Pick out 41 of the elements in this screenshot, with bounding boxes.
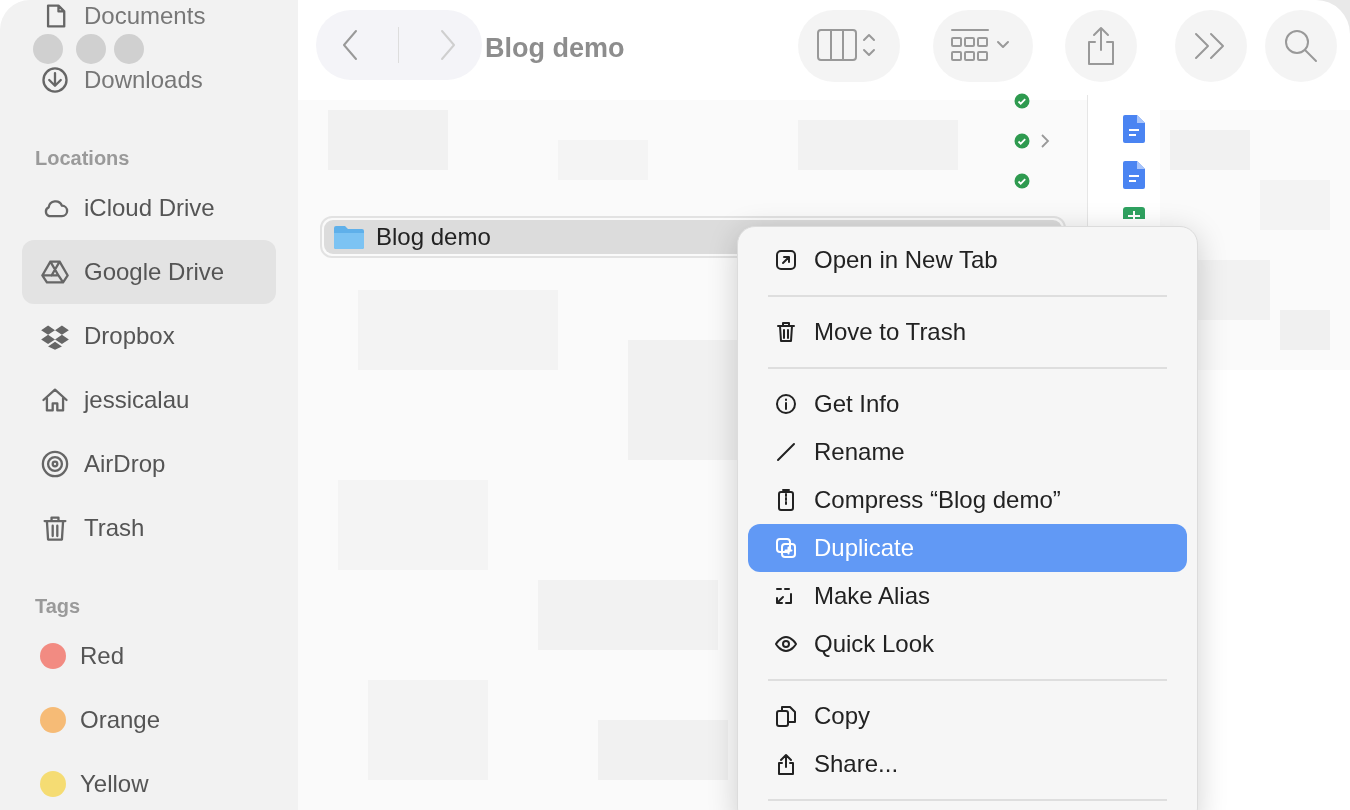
menu-item[interactable]: Share... <box>748 740 1187 788</box>
sidebar-item[interactable]: Yellow <box>22 752 276 810</box>
sidebar-item[interactable]: Google Drive <box>22 240 276 304</box>
menu-item[interactable]: Copy <box>748 692 1187 740</box>
sidebar-item[interactable]: Downloads <box>22 48 276 112</box>
drive-icon <box>40 257 70 287</box>
sidebar-item[interactable]: Dropbox <box>22 304 276 368</box>
sync-status-icon <box>1014 93 1030 109</box>
sidebar-item[interactable]: iCloud Drive <box>22 176 276 240</box>
menu-item[interactable]: Make Alias <box>748 572 1187 620</box>
sync-status-icon <box>1014 173 1030 189</box>
folder-icon <box>334 225 364 249</box>
document-icon <box>1123 115 1145 143</box>
trash-icon <box>774 320 798 344</box>
share-icon <box>1085 26 1117 66</box>
spreadsheet-icon <box>1123 207 1145 219</box>
menu-item[interactable]: Quick Look <box>748 620 1187 668</box>
copy-icon <box>774 704 798 728</box>
menu-item[interactable]: Get Info <box>748 380 1187 428</box>
menu-item[interactable]: Compress “Blog demo” <box>748 476 1187 524</box>
chevron-right-icon <box>1040 133 1050 149</box>
menu-item[interactable]: Rename <box>748 428 1187 476</box>
sidebar-item[interactable]: jessicalau <box>22 368 276 432</box>
sidebar-item[interactable]: Orange <box>22 688 276 752</box>
sidebar-item[interactable]: Documents <box>22 0 276 48</box>
airdrop-icon <box>40 449 70 479</box>
section-header: Locations <box>34 146 131 171</box>
duplicate-icon <box>774 536 798 560</box>
section-header: Tags <box>34 594 82 619</box>
document-icon <box>1123 161 1145 189</box>
download-icon <box>40 65 70 95</box>
window-title: Blog demo <box>485 32 625 65</box>
sidebar-item[interactable]: AirDrop <box>22 432 276 496</box>
search-icon <box>1283 28 1319 64</box>
open-tab-icon <box>774 248 798 272</box>
info-icon <box>774 392 798 416</box>
sync-status-icon <box>1014 133 1030 149</box>
sidebar-item[interactable]: Trash <box>22 496 276 560</box>
pencil-icon <box>774 440 798 464</box>
menu-item[interactable]: Move to Trash <box>748 308 1187 356</box>
sidebar-item[interactable]: Red <box>22 624 276 688</box>
